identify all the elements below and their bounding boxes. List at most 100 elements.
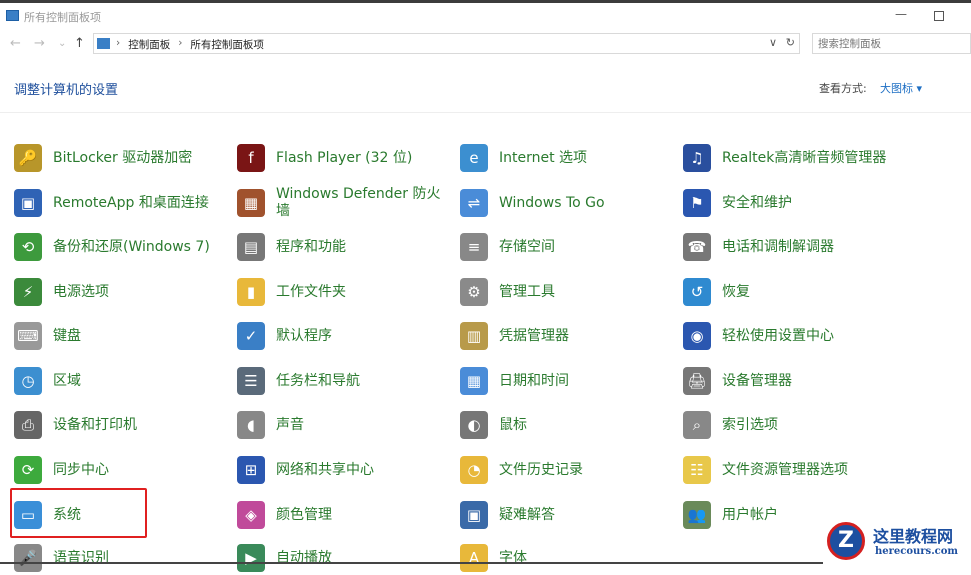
keyboard-icon: ⌨ <box>14 322 42 350</box>
mouse-icon: ◐ <box>460 411 488 439</box>
globe-icon: e <box>460 144 488 172</box>
up-button[interactable]: ↑ <box>74 36 85 51</box>
address-bar[interactable]: › 控制面板 › 所有控制面板项 ∨ ↻ <box>93 33 800 54</box>
window-title: 所有控制面板项 <box>24 11 101 24</box>
users-icon: 👥 <box>683 501 711 529</box>
control-panel-item[interactable]: ◷ 区域 <box>14 364 81 398</box>
breadcrumb-all-items[interactable]: 所有控制面板项 <box>190 37 264 52</box>
control-panel-item[interactable]: ⚙ 管理工具 <box>460 275 555 309</box>
control-panel-item[interactable]: 🔑 BitLocker 驱动器加密 <box>14 141 192 175</box>
breadcrumb-separator[interactable]: › <box>178 37 182 52</box>
control-panel-item[interactable]: ◈ 颜色管理 <box>237 498 332 532</box>
sync-icon: ⟳ <box>14 456 42 484</box>
view-by-label: 查看方式: <box>819 82 867 95</box>
device-manager-icon: 🖨 <box>683 367 711 395</box>
recovery-icon: ↺ <box>683 278 711 306</box>
view-by-dropdown[interactable]: 大图标 ▾ <box>880 80 922 96</box>
control-panel-item[interactable]: ✓ 默认程序 <box>237 319 332 353</box>
divider <box>0 112 971 113</box>
work-folder-icon: ▮ <box>237 278 265 306</box>
control-panel-item[interactable]: ⊞ 网络和共享中心 <box>237 453 374 487</box>
item-label: 网络和共享中心 <box>276 461 374 478</box>
item-label: 恢复 <box>722 283 750 300</box>
item-label: 文件历史记录 <box>499 461 583 478</box>
control-panel-item[interactable]: ⇌ Windows To Go <box>460 186 605 220</box>
file-history-icon: ◔ <box>460 456 488 484</box>
control-panel-item[interactable]: ⟳ 同步中心 <box>14 453 109 487</box>
item-label: 日期和时间 <box>499 372 569 389</box>
watermark-site: herecours.com <box>875 546 959 557</box>
speaker-icon: ◖ <box>237 411 265 439</box>
control-panel-item[interactable]: ⎙ 设备和打印机 <box>14 408 137 442</box>
watermark-logo: Z <box>827 522 865 560</box>
power-icon: ⚡ <box>14 278 42 306</box>
item-label: BitLocker 驱动器加密 <box>53 149 193 166</box>
maximize-button[interactable] <box>934 11 944 21</box>
item-label: 凭据管理器 <box>499 327 569 344</box>
flag-icon: ⚑ <box>683 189 711 217</box>
item-label: 声音 <box>276 416 304 433</box>
control-panel-item[interactable]: ☎ 电话和调制解调器 <box>683 230 834 264</box>
back-button[interactable]: ← <box>10 36 21 51</box>
control-panel-item[interactable]: ▤ 程序和功能 <box>237 230 346 264</box>
control-panel-item[interactable]: ▥ 凭据管理器 <box>460 319 569 353</box>
control-panel-item[interactable]: ⚡ 电源选项 <box>14 275 109 309</box>
breadcrumb-control-panel[interactable]: 控制面板 <box>128 37 170 52</box>
item-label: 程序和功能 <box>276 238 346 255</box>
control-panel-item[interactable]: ◉ 轻松使用设置中心 <box>683 319 834 353</box>
control-panel-item[interactable]: ⟲ 备份和还原(Windows 7) <box>14 230 210 264</box>
item-label: Windows To Go <box>499 194 605 211</box>
control-panel-icon <box>97 38 110 49</box>
control-panel-item[interactable]: ◐ 鼠标 <box>460 408 527 442</box>
forward-button[interactable]: → <box>34 36 45 51</box>
fonts-icon: A <box>460 544 488 572</box>
control-panel-item[interactable]: e Internet 选项 <box>460 141 587 175</box>
control-panel-item[interactable]: ◔ 文件历史记录 <box>460 453 583 487</box>
control-panel-item[interactable]: f Flash Player (32 位) <box>237 141 412 175</box>
item-label: 设备和打印机 <box>53 416 137 433</box>
watermark-title: 这里教程网 <box>873 527 954 546</box>
item-label: Realtek高清晰音频管理器 <box>722 149 887 166</box>
watermark: Z 这里教程网 herecours.com <box>825 520 971 564</box>
control-panel-item[interactable]: ≡ 存储空间 <box>460 230 555 264</box>
control-panel-item[interactable]: ▦ 日期和时间 <box>460 364 569 398</box>
refresh-icon[interactable]: ↻ <box>786 36 795 49</box>
control-panel-item[interactable]: ▣ RemoteApp 和桌面连接 <box>14 186 209 220</box>
control-panel-item[interactable]: ▶ 自动播放 <box>237 541 332 575</box>
control-panel-item[interactable]: 🎤 语音识别 <box>14 541 109 575</box>
control-panel-item[interactable]: 👥 用户帐户 <box>683 498 778 532</box>
item-label: 疑难解答 <box>499 506 555 523</box>
control-panel-item[interactable]: ◖ 声音 <box>237 408 304 442</box>
control-panel-item[interactable]: ▦ Windows Defender 防火墙 <box>237 186 451 220</box>
control-panel-item[interactable]: ☷ 文件资源管理器选项 <box>683 453 848 487</box>
control-panel-item[interactable]: ⚑ 安全和维护 <box>683 186 792 220</box>
control-panel-item[interactable]: ☰ 任务栏和导航 <box>237 364 360 398</box>
control-panel-item[interactable]: ▣ 疑难解答 <box>460 498 555 532</box>
item-label: 鼠标 <box>499 416 527 433</box>
item-label: 默认程序 <box>276 327 332 344</box>
control-panel-item[interactable]: 🖨 设备管理器 <box>683 364 792 398</box>
item-label: 同步中心 <box>53 461 109 478</box>
control-panel-item[interactable]: ⌨ 键盘 <box>14 319 81 353</box>
flash-icon: f <box>237 144 265 172</box>
minimize-button[interactable]: — <box>895 7 907 21</box>
taskbar-icon: ☰ <box>237 367 265 395</box>
calendar-icon: ▦ <box>460 367 488 395</box>
control-panel-item[interactable]: ♫ Realtek高清晰音频管理器 <box>683 141 886 175</box>
control-panel-item[interactable]: A 字体 <box>460 541 527 575</box>
item-label: 管理工具 <box>499 283 555 300</box>
search-input[interactable] <box>812 33 971 54</box>
item-label: 用户帐户 <box>722 506 778 523</box>
item-label: 文件资源管理器选项 <box>722 461 848 478</box>
address-dropdown-icon[interactable]: ∨ <box>769 36 777 49</box>
item-label: 设备管理器 <box>722 372 792 389</box>
recent-locations-button[interactable]: ⌄ <box>58 38 66 49</box>
admin-tools-icon: ⚙ <box>460 278 488 306</box>
item-label: Flash Player (32 位) <box>276 149 413 166</box>
region-icon: ◷ <box>14 367 42 395</box>
troubleshoot-icon: ▣ <box>460 501 488 529</box>
control-panel-item[interactable]: ⌕ 索引选项 <box>683 408 778 442</box>
control-panel-item[interactable]: ▮ 工作文件夹 <box>237 275 346 309</box>
breadcrumb-separator[interactable]: › <box>116 37 120 52</box>
control-panel-item[interactable]: ↺ 恢复 <box>683 275 750 309</box>
